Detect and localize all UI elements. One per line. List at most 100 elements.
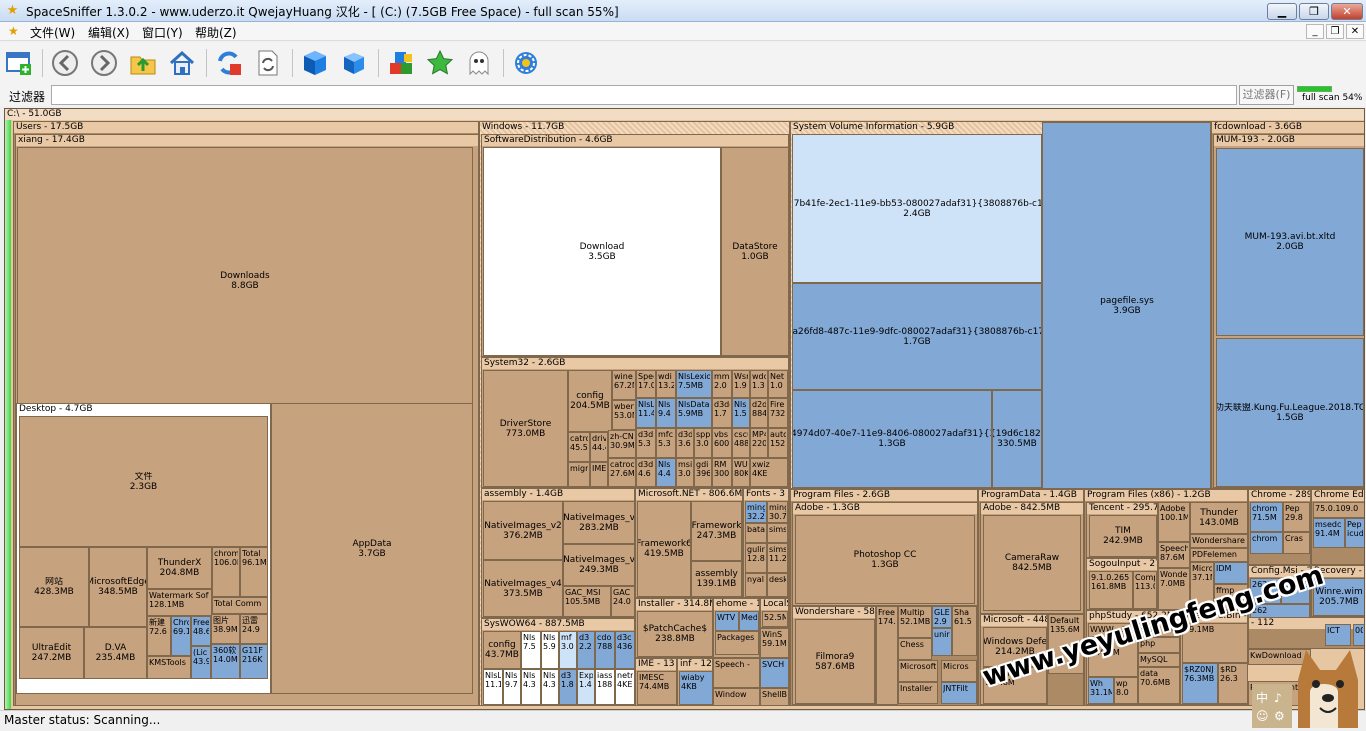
- treemap-item[interactable]: netr 4KE: [615, 669, 634, 705]
- treemap-item[interactable]: Nls 4.3: [541, 669, 559, 705]
- treemap-folder[interactable]: Chrome Edg 75.0.109.0 msedc 91.4M Pep icud: [1311, 489, 1364, 565]
- treemap-item[interactable]: catro45.5: [568, 432, 590, 462]
- treemap-item[interactable]: Pep 29.8: [1283, 502, 1310, 532]
- treemap-folder[interactable]: Microsoft.NET - 806.6MB Framework6 419.5MB…: [635, 488, 743, 598]
- treemap-item[interactable]: GLE 2.9: [932, 606, 952, 628]
- treemap-item[interactable]: desk: [767, 573, 788, 597]
- treemap-item[interactable]: NativeImages_v 283.2MB: [563, 501, 634, 544]
- treemap-item[interactable]: nyal: [745, 573, 767, 597]
- treemap-item[interactable]: Nls 4.3: [521, 669, 541, 705]
- treemap-item[interactable]: {19d6c182- 330.5MB: [992, 390, 1042, 488]
- treemap-folder[interactable]: Users - 17.5GB xiang - 17.4GB Downloads 8.8…: [13, 121, 479, 706]
- treemap-item[interactable]: vbs 600: [712, 428, 732, 458]
- treemap-folder[interactable]: System Volume Information - 5.9GB{4d7b41…: [790, 121, 1211, 489]
- treemap-item[interactable]: TIM 242.9MB: [1089, 515, 1157, 557]
- treemap-item[interactable]: d3c 436: [615, 631, 634, 669]
- treemap-folder[interactable]: Program Files - 2.6GB Adobe - 1.3GB Photos…: [790, 489, 978, 706]
- treemap-item[interactable]: CameraRaw 842.5MB: [983, 515, 1081, 611]
- treemap-item[interactable]: AppData 3.7GB: [271, 403, 473, 694]
- treemap-item[interactable]: migr: [568, 462, 590, 487]
- treemap-item[interactable]: Download 3.5GB: [483, 147, 721, 356]
- treemap-item[interactable]: IDM: [1214, 562, 1247, 584]
- treemap-folder[interactable]: IME - 13 IMESC 74.4MB: [635, 658, 677, 705]
- treemap-item[interactable]: NlsL11.1: [483, 669, 503, 705]
- treemap-item[interactable]: gdi 396: [694, 458, 712, 487]
- treemap-item[interactable]: Pep icud: [1345, 518, 1364, 548]
- treemap-item[interactable]: gulin 12.8: [745, 543, 767, 573]
- treemap-item[interactable]: MP4220: [750, 428, 768, 458]
- treemap-item[interactable]: GAC 24.0: [611, 586, 634, 617]
- treemap-item[interactable]: d3d 5.3: [636, 428, 656, 458]
- treemap-folder[interactable]: fcdownload - 3.6GB MUM-193 - 2.0GB MUM-193…: [1211, 121, 1364, 489]
- treemap-item[interactable]: data 70.6MB: [1138, 667, 1179, 704]
- treemap-item[interactable]: 52.5M: [762, 611, 788, 627]
- treemap-item[interactable]: NativeImages_v2 376.2MB: [483, 501, 563, 560]
- treemap-item[interactable]: wben53.0M: [612, 400, 636, 430]
- menu-help[interactable]: 帮助(Z): [195, 24, 237, 41]
- treemap-item[interactable]: Free48.6: [191, 616, 211, 646]
- treemap-item[interactable]: wdc1.3: [750, 370, 768, 398]
- treemap-item[interactable]: WinS 59.1M: [760, 628, 789, 658]
- treemap-item[interactable]: (Lic43.9: [191, 646, 211, 679]
- treemap-item[interactable]: mm 2.0: [712, 370, 732, 398]
- treemap-item[interactable]: Filmora9 587.6MB: [795, 619, 875, 704]
- minimize-button[interactable]: ▁: [1267, 3, 1297, 20]
- treemap-item[interactable]: Speech 87.6M: [1158, 542, 1190, 568]
- rescan-button[interactable]: [253, 48, 283, 78]
- treemap-item[interactable]: SVCH: [760, 658, 789, 688]
- treemap-item[interactable]: 迅雷 24.9: [240, 614, 268, 644]
- treemap-item[interactable]: DataStore 1.0GB: [721, 147, 788, 356]
- treemap-item[interactable]: NlsData 5.9MB: [676, 398, 712, 428]
- treemap-item[interactable]: 360软 14.0M: [211, 644, 240, 679]
- menu-edit[interactable]: 编辑(X): [88, 24, 130, 41]
- treemap-item[interactable]: NlsLexio 7.5MB: [676, 370, 712, 398]
- treemap-item[interactable]: Thunder 143.0MB: [1190, 502, 1247, 534]
- treemap-item[interactable]: IME: [590, 462, 608, 487]
- treemap-item[interactable]: Wsr 1.9: [732, 370, 750, 398]
- ghost-button[interactable]: [464, 48, 494, 78]
- treemap-item[interactable]: JNTFilt: [941, 682, 977, 704]
- treemap-item[interactable]: $RZ0NJ 76.3MB: [1182, 663, 1218, 704]
- treemap-item[interactable]: 网站 428.3MB: [19, 547, 89, 627]
- parent-folder-button[interactable]: [128, 48, 158, 78]
- treemap-item[interactable]: sims 11.2: [767, 543, 788, 573]
- treemap-item[interactable]: chrom106.0M: [212, 547, 240, 597]
- filter-button[interactable]: 过滤器(F): [1239, 85, 1294, 105]
- treemap-item[interactable]: {d6a26fd8-487c-11e9-9dfc-080027adaf31}{3…: [792, 283, 1042, 390]
- treemap-item[interactable]: ming32.2: [745, 501, 767, 523]
- treemap-item[interactable]: Exp 1.4: [577, 669, 595, 705]
- treemap-item[interactable]: Wondershare: [1190, 534, 1247, 548]
- treemap-item[interactable]: msedc 91.4M: [1313, 518, 1345, 548]
- maximize-button[interactable]: ❐: [1299, 3, 1329, 20]
- treemap-item[interactable]: Framework6 419.5MB: [637, 501, 691, 597]
- treemap-item[interactable]: {4d7b41fe-2ec1-11e9-bb53-080027adaf31}{3…: [792, 134, 1042, 283]
- treemap-item[interactable]: Nls 7.5: [521, 631, 541, 669]
- treemap-item[interactable]: bata: [745, 523, 767, 543]
- treemap-item[interactable]: Nls 4.4: [656, 458, 676, 487]
- treemap-item[interactable]: 新建 72.6: [147, 616, 171, 656]
- treemap-item[interactable]: D.VA 235.4MB: [84, 627, 147, 679]
- treemap-item[interactable]: PDFelemen: [1190, 548, 1247, 562]
- treemap-folder[interactable]: ehome - 1 WTV Med Packages: [713, 598, 760, 658]
- treemap-item[interactable]: ming30.7: [767, 501, 788, 523]
- refresh-button[interactable]: [214, 48, 244, 78]
- treemap-item[interactable]: Chess: [898, 638, 932, 660]
- treemap-item[interactable]: 9.1.0.265 161.8MB: [1089, 571, 1133, 609]
- treemap-item[interactable]: wp 8.0: [1114, 677, 1138, 704]
- treemap-item[interactable]: assembly 139.1MB: [691, 561, 742, 597]
- settings-button[interactable]: [511, 48, 541, 78]
- treemap-item[interactable]: wdi13.2: [656, 370, 676, 398]
- treemap-item[interactable]: Micros: [941, 660, 977, 682]
- close-button[interactable]: ✕: [1331, 3, 1363, 20]
- treemap-folder[interactable]: Wondershare - 587 Filmora9 587.6MB: [792, 606, 876, 705]
- treemap-folder[interactable]: LocalS 52.5M: [760, 598, 789, 628]
- treemap-item[interactable]: d3 1.8: [559, 669, 577, 705]
- treemap-item[interactable]: pagefile.sys 3.9GB: [1042, 122, 1210, 488]
- treemap-item[interactable]: Spee17.0: [636, 370, 656, 398]
- treemap-item[interactable]: Adobe 100.1M: [1158, 502, 1190, 542]
- treemap-item[interactable]: G11F 216K: [240, 644, 268, 679]
- treemap-item[interactable]: Sha 61.5: [952, 606, 977, 656]
- new-view-button[interactable]: [4, 48, 34, 78]
- treemap-item[interactable]: Window: [713, 688, 760, 705]
- treemap-item[interactable]: Nls 9.4: [656, 398, 676, 428]
